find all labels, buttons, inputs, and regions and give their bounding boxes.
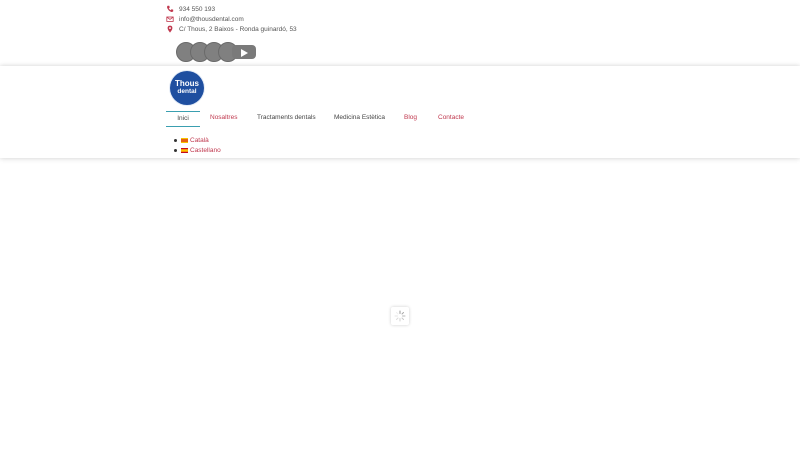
logo-line-2: dental xyxy=(177,88,197,95)
spanish-flag-icon xyxy=(181,147,188,153)
mail-icon xyxy=(166,16,174,22)
nav-item-nosaltres[interactable]: Nosaltres xyxy=(210,111,237,127)
bullet xyxy=(174,138,177,142)
address-text: C/ Thous, 2 Baixos - Ronda guinardó, 53 xyxy=(179,25,297,33)
social-links xyxy=(176,42,258,64)
phone-text[interactable]: 934 550 193 xyxy=(179,6,215,13)
youtube-icon[interactable] xyxy=(232,45,256,59)
bullet xyxy=(174,148,177,152)
address-line: C/ Thous, 2 Baixos - Ronda guinardó, 53 xyxy=(166,24,297,34)
language-label[interactable]: Castellano xyxy=(190,147,221,154)
nav-item-medicina[interactable]: Medicina Estètica xyxy=(334,111,385,127)
email-line[interactable]: info@thousdental.com xyxy=(166,14,244,24)
map-pin-icon xyxy=(167,25,173,33)
play-icon xyxy=(241,48,248,57)
spinner-icon xyxy=(394,310,406,322)
phone-icon xyxy=(167,5,174,12)
phone-line[interactable]: 934 550 193 xyxy=(166,4,215,14)
catalan-flag-icon xyxy=(181,137,188,143)
site-header: Thous dental Inici Nosaltres Tractaments… xyxy=(0,66,800,158)
loading-spinner xyxy=(391,307,409,325)
logo-line-1: Thous xyxy=(175,79,199,88)
site-logo[interactable]: Thous dental xyxy=(170,71,204,105)
nav-item-contacte[interactable]: Contacte xyxy=(438,111,464,127)
email-text[interactable]: info@thousdental.com xyxy=(179,16,244,23)
language-label[interactable]: Català xyxy=(190,137,209,144)
nav-item-inici[interactable]: Inici xyxy=(166,111,200,127)
language-list: Català Castellano xyxy=(174,135,221,155)
language-catala[interactable]: Català xyxy=(174,135,221,145)
top-bar: 934 550 193 info@thousdental.com C/ Thou… xyxy=(0,0,800,66)
nav-item-tractaments[interactable]: Tractaments dentals xyxy=(257,111,316,127)
language-castellano[interactable]: Castellano xyxy=(174,145,221,155)
nav-item-blog[interactable]: Blog xyxy=(404,111,417,127)
